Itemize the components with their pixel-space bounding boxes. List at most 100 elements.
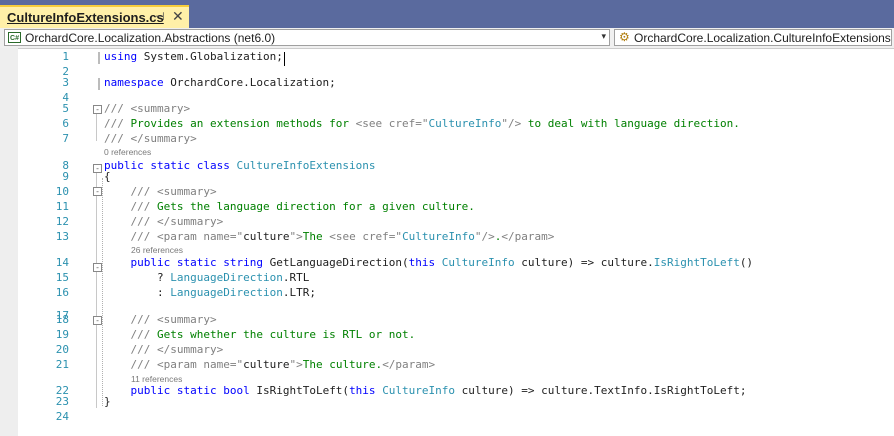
line-number: 1	[62, 50, 69, 63]
code-token: /// </summary>	[130, 343, 224, 356]
code-line[interactable]: 7 /// </summary>	[0, 131, 894, 146]
line-number: 16	[55, 286, 69, 299]
chevron-down-icon[interactable]: ▾	[601, 31, 606, 42]
code-line[interactable]: 1 using System.Globalization;	[0, 49, 894, 66]
code-token: to deal with language direction.	[521, 117, 740, 130]
line-number: 6	[62, 117, 69, 130]
code-line[interactable]: 19 /// Gets whether the culture is RTL o…	[0, 327, 894, 342]
code-token: }	[104, 395, 111, 408]
code-line[interactable]: 20 /// </summary>	[0, 342, 894, 357]
line-number: 14	[55, 256, 69, 269]
project-dropdown[interactable]: C# OrchardCore.Localization.Abstractions…	[4, 29, 610, 46]
code-token: /// <summary>	[104, 102, 191, 115]
code-token: ///	[104, 117, 124, 130]
code-token: culture) => culture.	[514, 256, 654, 269]
code-line[interactable]: 16 : LanguageDirection.LTR;	[0, 285, 894, 300]
code-token: GetLanguageDirection(	[262, 256, 409, 269]
code-token: .LTR;	[282, 286, 316, 299]
type-name: OrchardCore.Localization.CultureInfoExte…	[634, 31, 891, 45]
line-number: 10	[55, 185, 69, 198]
code-text: /// Gets whether the culture is RTL or n…	[104, 328, 416, 341]
tab-culture-info-extensions[interactable]: CultureInfoExtensions.cs ⊣ ✕	[0, 5, 189, 28]
code-text: /// Gets the language direction for a gi…	[104, 200, 475, 213]
code-token: "/>	[474, 230, 495, 243]
code-text: /// <param name="culture">The culture.</…	[104, 358, 436, 371]
code-token: </param>	[501, 230, 555, 243]
close-icon[interactable]: ✕	[172, 8, 184, 25]
code-token: </param>	[382, 358, 436, 371]
change-marker	[98, 78, 100, 90]
code-token: The	[302, 230, 330, 243]
tab-title: CultureInfoExtensions.cs	[7, 10, 164, 25]
line-number: 3	[62, 76, 69, 89]
code-token: public static string	[130, 256, 263, 269]
code-token: <see cref="	[355, 117, 429, 130]
code-line[interactable]: 6 /// Provides an extension methods for <…	[0, 116, 894, 131]
code-line[interactable]: 12 /// </summary>	[0, 214, 894, 229]
code-token: /// <summary>	[130, 313, 217, 326]
line-number: 23	[55, 395, 69, 408]
line-number: 24	[55, 410, 69, 423]
code-text: /// <summary>	[104, 102, 190, 115]
class-icon: ⚙	[619, 30, 630, 44]
line-number: 18	[55, 313, 69, 326]
code-line[interactable]: 18 /// <summary>	[0, 312, 894, 327]
code-text: : LanguageDirection.LTR;	[104, 286, 316, 299]
code-text: /// Provides an extension methods for <s…	[104, 117, 740, 130]
code-line[interactable]: 21 /// <param name="culture">The culture…	[0, 357, 894, 372]
code-token: /// <summary>	[130, 185, 217, 198]
code-text: {	[104, 170, 111, 183]
code-line[interactable]: 5 /// <summary>	[0, 101, 894, 116]
line-number: 12	[55, 215, 69, 228]
code-token: CultureInfo	[428, 117, 502, 130]
code-text: ? LanguageDirection.RTL	[104, 271, 309, 284]
code-token: ()	[739, 256, 754, 269]
pin-icon[interactable]: ⊣	[155, 10, 165, 23]
code-line[interactable]: 15 ? LanguageDirection.RTL	[0, 270, 894, 285]
code-token: Gets the language direction for a given …	[150, 200, 475, 213]
code-text: /// </summary>	[104, 215, 224, 228]
code-line[interactable]: 9{	[0, 169, 894, 184]
code-lens-references[interactable]: 0 references	[104, 147, 151, 158]
code-token: OrchardCore.Localization;	[163, 76, 336, 89]
code-token: {	[104, 170, 111, 183]
code-text: /// <summary>	[104, 313, 217, 326]
code-line[interactable]: 24	[0, 409, 894, 424]
line-number: 5	[62, 102, 69, 115]
code-text: /// <param name="culture">The <see cref=…	[104, 230, 555, 243]
line-number: 11	[55, 200, 69, 213]
code-line[interactable]: 10 /// <summary>	[0, 184, 894, 199]
code-token: CultureInfo	[402, 230, 475, 243]
code-token: LanguageDirection	[170, 271, 283, 284]
code-token: /// <param name="	[130, 230, 244, 243]
code-token: LanguageDirection	[170, 286, 283, 299]
code-editor[interactable]: - - - - - 0 references 26 references 11 …	[0, 48, 894, 436]
type-dropdown[interactable]: ⚙ OrchardCore.Localization.CultureInfoEx…	[614, 29, 892, 46]
code-token: /// </summary>	[130, 215, 224, 228]
code-line[interactable]: 3 namespace OrchardCore.Localization;	[0, 75, 894, 90]
code-line[interactable]: 11 /// Gets the language direction for a…	[0, 199, 894, 214]
code-text: }	[104, 395, 111, 408]
project-name: OrchardCore.Localization.Abstractions (n…	[25, 31, 276, 45]
line-number: 7	[62, 132, 69, 145]
code-token: ///	[130, 200, 151, 213]
code-line[interactable]: 23}	[0, 394, 894, 409]
code-token: ///	[130, 328, 151, 341]
code-text: /// </summary>	[104, 343, 224, 356]
code-line[interactable]: 14 public static string GetLanguageDirec…	[0, 255, 894, 270]
code-token: Gets whether the culture is RTL or not.	[150, 328, 416, 341]
code-token: ">	[289, 230, 303, 243]
code-token: using	[104, 50, 138, 63]
code-token: System.Globalization;	[137, 50, 283, 63]
code-token: IsRightToLeft	[653, 256, 740, 269]
code-line[interactable]: 13 /// <param name="culture">The <see cr…	[0, 229, 894, 244]
line-number: 19	[55, 328, 69, 341]
code-token: .RTL	[282, 271, 310, 284]
